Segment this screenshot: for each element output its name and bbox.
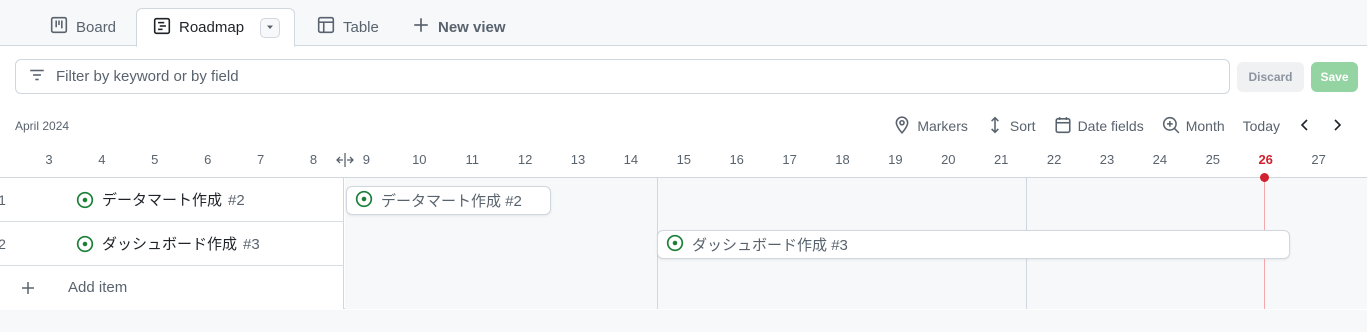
date-cell: 8	[309, 152, 318, 167]
column-resize-icon[interactable]	[336, 152, 354, 168]
triangle-down-icon	[265, 19, 275, 36]
date-cell: 24	[1152, 152, 1168, 167]
view-tab-bar: Board Roadmap Table New view	[0, 0, 1367, 47]
bar-title-text: ダッシュボード作成	[692, 237, 828, 254]
tab-roadmap[interactable]: Roadmap	[136, 8, 296, 47]
date-cell: 22	[1046, 152, 1062, 167]
markers-label: Markers	[917, 118, 968, 134]
date-cell: 18	[835, 152, 850, 167]
table-row[interactable]: 2 ダッシュボード作成 #3	[0, 222, 344, 266]
date-cell-today: 26	[1258, 152, 1273, 167]
date-cell: 10	[412, 152, 427, 167]
save-button[interactable]: Save	[1311, 62, 1358, 92]
date-cell: 20	[941, 152, 956, 167]
issue-open-icon	[76, 235, 94, 253]
issue-open-icon	[76, 191, 94, 209]
table-icon	[317, 16, 335, 38]
sort-label: Sort	[1009, 118, 1036, 134]
row-issue-number: #2	[228, 192, 245, 209]
date-cell: 4	[98, 152, 106, 167]
new-view-label: New view	[438, 18, 506, 36]
timeline-pane: データマート作成 #2 ダッシュボード作成 #3	[345, 173, 1367, 309]
view-options-button[interactable]	[260, 17, 281, 38]
date-cell: 5	[151, 152, 159, 167]
date-cell: 19	[888, 152, 903, 167]
date-cell: 13	[570, 152, 586, 167]
row-title-text: データマート作成	[102, 192, 223, 209]
zoom-in-icon	[1162, 116, 1180, 137]
roadmap-icon	[153, 17, 171, 39]
row-index: 2	[0, 235, 6, 252]
date-cell: 17	[782, 152, 797, 167]
today-button[interactable]: Today	[1234, 118, 1289, 134]
tab-board[interactable]: Board	[50, 8, 116, 46]
zoom-level-label: Month	[1185, 118, 1225, 134]
chevron-right-icon	[1330, 118, 1344, 135]
row-title-text: ダッシュボード作成	[102, 236, 238, 253]
date-fields-label: Date fields	[1077, 118, 1144, 134]
previous-period-button[interactable]	[1289, 118, 1321, 135]
tab-roadmap-label: Roadmap	[179, 19, 245, 36]
date-cell: 9	[362, 152, 370, 167]
tab-table-label: Table	[343, 18, 379, 36]
issue-open-icon	[666, 234, 684, 256]
date-cell: 23	[1099, 152, 1115, 167]
date-cell: 16	[729, 152, 744, 167]
sort-button[interactable]: Sort	[977, 116, 1045, 137]
bar-title: データマート作成 #2	[381, 190, 522, 211]
date-cell: 21	[993, 152, 1009, 167]
today-marker-dot	[1260, 173, 1269, 182]
page-footer-area	[0, 310, 1367, 332]
bar-title: ダッシュボード作成 #3	[692, 234, 848, 255]
date-cell: 15	[676, 152, 692, 167]
date-cell: 2	[1357, 152, 1367, 167]
roadmap-toolbar: Markers Sort Date fields Month Today	[884, 112, 1367, 140]
next-period-button[interactable]	[1321, 118, 1353, 135]
zoom-level-button[interactable]: Month	[1153, 116, 1234, 137]
row-index: 1	[0, 191, 6, 208]
plus-icon	[412, 16, 430, 38]
plus-icon	[20, 280, 36, 296]
date-cell: 11	[465, 152, 479, 167]
chevron-left-icon	[1298, 118, 1312, 135]
location-pin-icon	[893, 115, 911, 137]
row-issue-number: #3	[243, 236, 260, 253]
date-cell: 14	[623, 152, 639, 167]
sort-arrows-icon	[986, 116, 1004, 137]
bar-issue-number: #3	[831, 237, 848, 254]
new-view-button[interactable]: New view	[412, 8, 506, 46]
date-fields-button[interactable]: Date fields	[1045, 116, 1153, 137]
bar-issue-number: #2	[505, 193, 522, 210]
date-cell: 3	[45, 152, 53, 167]
roadmap-item-bar[interactable]: ダッシュボード作成 #3	[657, 230, 1290, 259]
markers-button[interactable]: Markers	[884, 115, 977, 137]
date-cell: 7	[256, 152, 265, 167]
board-icon	[50, 16, 68, 38]
tab-board-label: Board	[76, 18, 117, 36]
roadmap-item-bar[interactable]: データマート作成 #2	[346, 186, 551, 215]
roadmap-grid: 1 データマート作成 #2 2 ダッシュボード作成 #3 Add item デー…	[0, 173, 1367, 309]
issue-open-icon	[355, 190, 373, 212]
date-cell: 6	[204, 152, 212, 167]
timeline-date-header: 3 4 5 6 7 8 9 10 11 12 13 14 15 16 17 18 19 20 21 22 23 24 25 2…	[0, 148, 1367, 176]
date-cell: 27	[1311, 152, 1326, 167]
add-item-label: Add item	[68, 279, 128, 296]
filter-icon	[28, 66, 46, 88]
add-item-row[interactable]: Add item	[0, 266, 344, 309]
discard-button[interactable]: Discard	[1237, 62, 1304, 92]
row-title[interactable]: ダッシュボード作成 #3	[102, 233, 260, 254]
tab-table[interactable]: Table	[317, 8, 379, 46]
table-row[interactable]: 1 データマート作成 #2	[0, 178, 344, 222]
row-title[interactable]: データマート作成 #2	[102, 189, 245, 210]
date-cell: 25	[1205, 152, 1221, 167]
today-label: Today	[1242, 118, 1280, 134]
bar-title-text: データマート作成	[381, 193, 502, 210]
item-list-pane: 1 データマート作成 #2 2 ダッシュボード作成 #3 Add item	[0, 178, 344, 309]
calendar-icon	[1054, 116, 1072, 137]
month-label: April 2024	[15, 119, 70, 133]
filter-placeholder: Filter by keyword or by field	[56, 68, 239, 85]
date-cell: 12	[517, 152, 533, 167]
filter-input[interactable]: Filter by keyword or by field	[15, 59, 1230, 94]
